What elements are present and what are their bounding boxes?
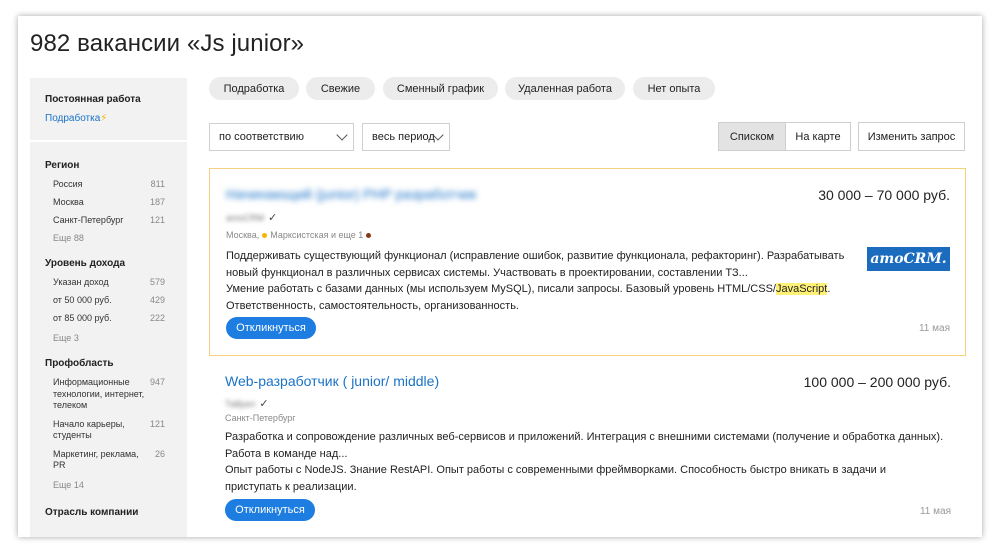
vacancy-company[interactable]: Тайрил ✓ xyxy=(225,397,269,410)
vacancy-salary: 30 000 – 70 000 руб. xyxy=(818,187,950,203)
region-heading: Регион xyxy=(45,160,80,171)
chip-part-time[interactable]: Подработка xyxy=(209,77,299,100)
vacancy-title-link[interactable]: Web-разработчик ( junior/ middle) xyxy=(225,373,439,389)
chevron-down-icon xyxy=(336,129,348,141)
change-query-button[interactable]: Изменить запрос xyxy=(858,122,965,151)
employment-heading: Постоянная работа xyxy=(45,94,141,105)
filter-sidebar: Постоянная работа Подработка⚡ Регион Рос… xyxy=(30,78,187,537)
vacancy-title-link[interactable]: Начинающий (junior) PHP разработчик xyxy=(226,186,476,202)
income-heading: Уровень дохода xyxy=(45,258,126,269)
vacancy-description: Разработка и сопровождение различных веб… xyxy=(225,429,945,495)
profarea-more-link[interactable]: Еще 14 xyxy=(30,480,187,490)
profarea-item-students[interactable]: Начало карьеры, студенты 121 xyxy=(30,419,187,442)
region-item-russia[interactable]: Россия 811 xyxy=(30,179,187,189)
region-more-link[interactable]: Еще 88 xyxy=(30,233,187,243)
browser-frame: 982 вакансии «Js junior» Постоянная рабо… xyxy=(18,16,982,537)
metro-dot-icon xyxy=(366,232,372,238)
income-item-50k[interactable]: от 50 000 руб. 429 xyxy=(30,295,187,305)
chip-shift-schedule[interactable]: Сменный график xyxy=(383,77,498,100)
vacancy-requirement: Умение работать с базами данных (мы испо… xyxy=(226,283,831,312)
company-logo[interactable]: amoCRM. xyxy=(867,247,950,271)
industry-heading: Отрасль компании xyxy=(45,506,139,518)
income-item-85k[interactable]: от 85 000 руб. 222 xyxy=(30,313,187,323)
vacancy-card: Начинающий (junior) PHP разработчик 30 0… xyxy=(209,168,966,356)
apply-button[interactable]: Откликнуться xyxy=(226,317,316,339)
vacancy-location: Санкт-Петербург xyxy=(225,413,296,423)
vacancy-salary: 100 000 – 200 000 руб. xyxy=(803,374,951,390)
vacancy-requirement: Опыт работы с NodeJS. Знание RestAPI. Оп… xyxy=(225,464,887,493)
chip-no-experience[interactable]: Нет опыта xyxy=(633,77,715,100)
lightning-icon: ⚡ xyxy=(100,113,108,124)
chip-fresh[interactable]: Свежие xyxy=(306,77,375,100)
profarea-item-it[interactable]: Информационные технологии, интернет, тел… xyxy=(30,377,187,412)
region-item-moscow[interactable]: Москва 187 xyxy=(30,197,187,207)
verified-check-icon: ✓ xyxy=(259,398,269,410)
vacancy-description: Поддерживать существующий функционал (ис… xyxy=(226,248,866,314)
vacancy-date: 11 мая xyxy=(919,506,951,517)
metro-dot-icon xyxy=(262,232,268,238)
keyword-highlight: JavaScript xyxy=(775,283,828,295)
vacancy-responsibility: Поддерживать существующий функционал (ис… xyxy=(226,250,845,279)
region-item-spb[interactable]: Санкт-Петербург 121 xyxy=(30,215,187,225)
vacancy-location: Москва, Марксистская и еще 1 xyxy=(226,230,372,240)
income-item-specified[interactable]: Указан доход 579 xyxy=(30,277,187,287)
part-time-link[interactable]: Подработка⚡ xyxy=(45,113,187,124)
period-select[interactable]: весь период xyxy=(362,123,450,151)
view-list-button[interactable]: Списком xyxy=(718,122,786,151)
profarea-item-marketing[interactable]: Маркетинг, реклама, PR 26 xyxy=(30,449,187,472)
income-more-link[interactable]: Еще 3 xyxy=(30,333,187,343)
sort-select[interactable]: по соответствию xyxy=(209,123,354,151)
vacancy-company[interactable]: amoCRM ✓ xyxy=(226,211,277,224)
view-map-button[interactable]: На карте xyxy=(785,122,851,151)
apply-button[interactable]: Откликнуться xyxy=(225,499,315,521)
verified-check-icon: ✓ xyxy=(268,212,278,224)
vacancy-responsibility: Разработка и сопровождение различных веб… xyxy=(225,431,944,460)
vacancy-card: Web-разработчик ( junior/ middle) 100 00… xyxy=(209,356,966,537)
page-title: 982 вакансии «Js junior» xyxy=(30,30,305,57)
vacancy-date: 11 мая xyxy=(918,323,950,334)
chip-remote[interactable]: Удаленная работа xyxy=(505,77,625,100)
profarea-heading: Профобласть xyxy=(45,358,114,369)
